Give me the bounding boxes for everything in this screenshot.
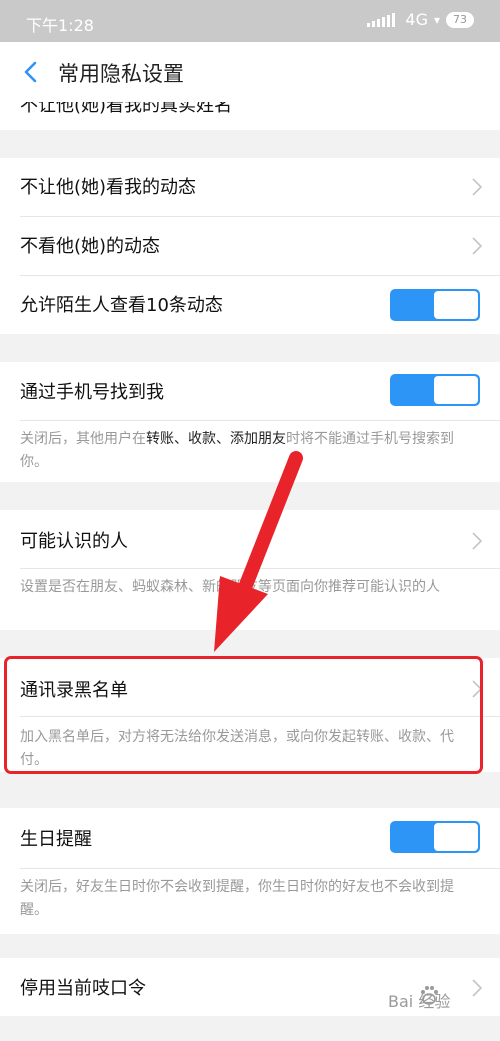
baidu-watermark: Bai 经验 — [388, 992, 451, 1011]
annotation-arrow-icon — [214, 451, 303, 652]
